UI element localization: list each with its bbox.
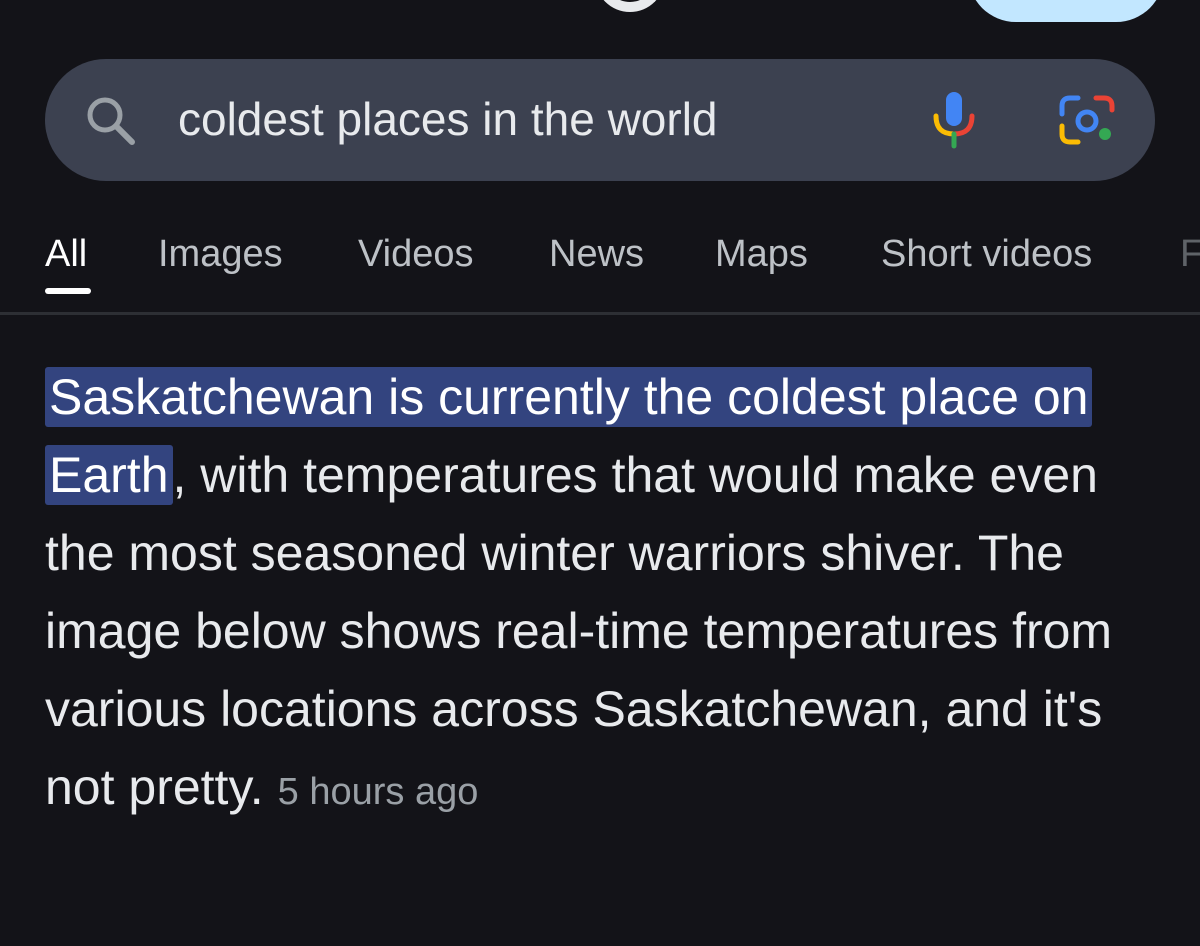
tab-videos[interactable]: Videos — [358, 230, 474, 278]
snippet-timestamp: 5 hours ago — [277, 771, 479, 813]
search-results-page: All Images Videos News Maps Short videos… — [0, 0, 1200, 946]
search-input[interactable] — [178, 88, 878, 150]
active-tab-indicator — [45, 288, 91, 294]
tab-all[interactable]: All — [45, 230, 87, 278]
tab-news[interactable]: News — [549, 230, 644, 278]
featured-snippet: Saskatchewan is currently the coldest pl… — [45, 358, 1165, 831]
tab-images[interactable]: Images — [158, 230, 283, 278]
top-action-button[interactable] — [968, 0, 1164, 22]
snippet-body: , with temperatures that would make even… — [45, 447, 1113, 815]
tab-short-videos[interactable]: Short videos — [881, 230, 1092, 278]
tab-maps[interactable]: Maps — [715, 230, 808, 278]
tabs-divider — [0, 312, 1200, 315]
google-logo[interactable] — [595, 0, 665, 12]
tab-more-cutoff[interactable]: F — [1180, 230, 1200, 278]
lens-icon[interactable] — [1058, 94, 1116, 146]
search-tabs: All Images Videos News Maps Short videos… — [0, 220, 1200, 312]
search-icon[interactable] — [82, 92, 138, 148]
mic-icon[interactable] — [926, 86, 982, 152]
